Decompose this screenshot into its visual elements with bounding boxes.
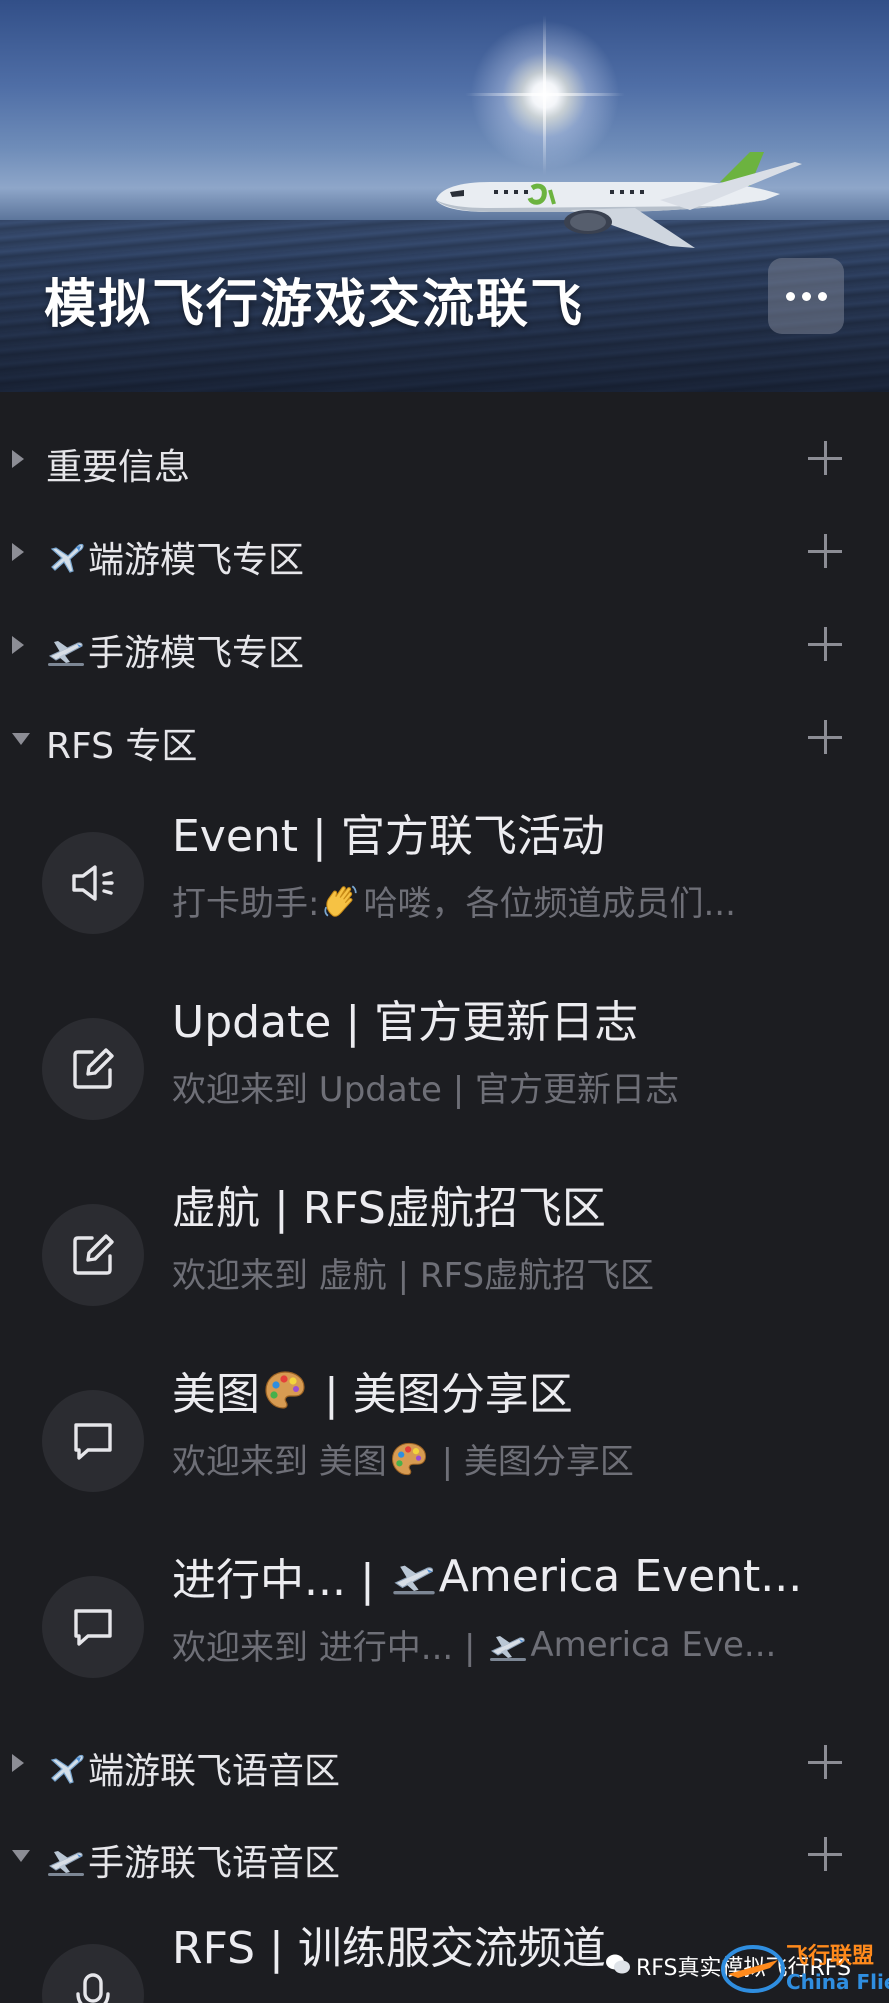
category-label: 手游联飞语音区 — [46, 1834, 340, 1886]
airplane-emoji-icon — [46, 537, 86, 577]
channel-photo-share[interactable]: 美图 | 美图分享区 欢迎来到 美图 | 美图分享区 — [0, 1338, 889, 1524]
more-button[interactable] — [768, 258, 844, 334]
channel-icon — [42, 1390, 144, 1492]
add-channel-icon[interactable] — [808, 720, 842, 754]
category-label: 端游模飞专区 — [46, 531, 304, 583]
airplane-departure-emoji-icon — [488, 1625, 528, 1665]
more-horizontal-icon — [785, 291, 827, 301]
channel-name: 虚航 | RFS虚航招飞区 — [172, 1183, 606, 1234]
palette-emoji-icon — [389, 1439, 429, 1479]
chat-bubble-icon — [74, 1609, 112, 1646]
airplane-emoji-icon — [46, 1748, 86, 1788]
channel-name: 进行中... | America Event... — [172, 1550, 803, 1607]
category-label: 端游联飞语音区 — [46, 1742, 340, 1794]
channel-name: Update | 官方更新日志 — [172, 997, 639, 1048]
category-rfs[interactable]: RFS 专区 — [0, 703, 889, 775]
category-pc-sim[interactable]: 端游模飞专区 — [0, 517, 889, 589]
add-channel-icon[interactable] — [808, 534, 842, 568]
microphone-icon — [76, 1973, 110, 2003]
channel-last-message: 欢迎来到 虚航 | RFS虚航招飞区 — [172, 1256, 655, 1296]
speaker-icon — [72, 865, 114, 901]
category-mobile-sim[interactable]: 手游模飞专区 — [0, 610, 889, 682]
channel-last-message: 打卡助手: 哈喽，各位频道成员们... — [172, 876, 852, 925]
add-channel-icon[interactable] — [808, 1837, 842, 1871]
watermark-brand: China Flier — [786, 1970, 889, 1994]
channel-last-message: 欢迎来到 Update | 官方更新日志 — [172, 1070, 680, 1110]
edit-icon — [73, 1234, 114, 1275]
add-channel-icon[interactable] — [808, 441, 842, 475]
chevron-right-icon[interactable] — [12, 636, 24, 654]
chevron-right-icon[interactable] — [12, 543, 24, 561]
channel-in-progress[interactable]: 进行中... | America Event... 欢迎来到 进行中... | … — [0, 1524, 889, 1710]
channel-last-message: 欢迎来到 进行中... | America Eve... — [172, 1624, 777, 1669]
airplane-departure-emoji-icon — [46, 630, 86, 670]
waving-hand-emoji-icon — [321, 881, 361, 921]
category-mobile-voice[interactable]: 手游联飞语音区 — [0, 1820, 889, 1892]
category-pc-voice[interactable]: 端游联飞语音区 — [0, 1728, 889, 1800]
channel-last-message: 欢迎来到 美图 | 美图分享区 — [172, 1434, 852, 1483]
channel-name: Event | 官方联飞活动 — [172, 811, 605, 862]
airplane-departure-emoji-icon — [391, 1553, 437, 1599]
channel-icon — [42, 1204, 144, 1306]
chevron-right-icon[interactable] — [12, 450, 24, 468]
category-label: 重要信息 — [46, 447, 191, 488]
chevron-right-icon[interactable] — [12, 1754, 24, 1772]
channel-virtual-airline[interactable]: 虚航 | RFS虚航招飞区 欢迎来到 虚航 | RFS虚航招飞区 — [0, 1152, 889, 1338]
channel-list-screen: 模拟飞行游戏交流联飞 重要信息 端游模飞专区 手游模飞专区 RFS 专区 Eve… — [0, 0, 889, 2003]
guild-title: 模拟飞行游戏交流联飞 — [44, 275, 585, 335]
channel-event[interactable]: Event | 官方联飞活动 打卡助手: 哈喽，各位频道成员们... — [0, 780, 889, 966]
wechat-logo-icon — [606, 1954, 630, 1974]
category-important-info[interactable]: 重要信息 — [0, 424, 889, 496]
china-flier-logo — [721, 1945, 785, 1993]
guild-banner: 模拟飞行游戏交流联飞 — [0, 0, 889, 392]
watermark-brand-cn: 飞行联盟 — [786, 1944, 875, 1969]
chevron-down-icon[interactable] — [12, 1850, 30, 1862]
palette-emoji-icon — [262, 1367, 308, 1413]
add-channel-icon[interactable] — [808, 627, 842, 661]
channel-icon — [42, 1944, 144, 2003]
category-label: 手游模飞专区 — [46, 624, 304, 676]
channel-icon — [42, 1018, 144, 1120]
airplane-departure-emoji-icon — [46, 1840, 86, 1880]
chevron-down-icon[interactable] — [12, 733, 30, 745]
add-channel-icon[interactable] — [808, 1745, 842, 1779]
channel-icon — [42, 1576, 144, 1678]
category-label: RFS 专区 — [46, 726, 198, 767]
channel-update[interactable]: Update | 官方更新日志 欢迎来到 Update | 官方更新日志 — [0, 966, 889, 1152]
edit-icon — [73, 1048, 114, 1089]
channel-icon — [42, 832, 144, 934]
watermark: RFS真实模拟飞行RFS 飞行联盟 China Flier — [600, 1930, 889, 2003]
channel-name: 美图 | 美图分享区 — [172, 1367, 573, 1420]
chat-bubble-icon — [74, 1423, 112, 1460]
airliner-image — [436, 152, 802, 248]
